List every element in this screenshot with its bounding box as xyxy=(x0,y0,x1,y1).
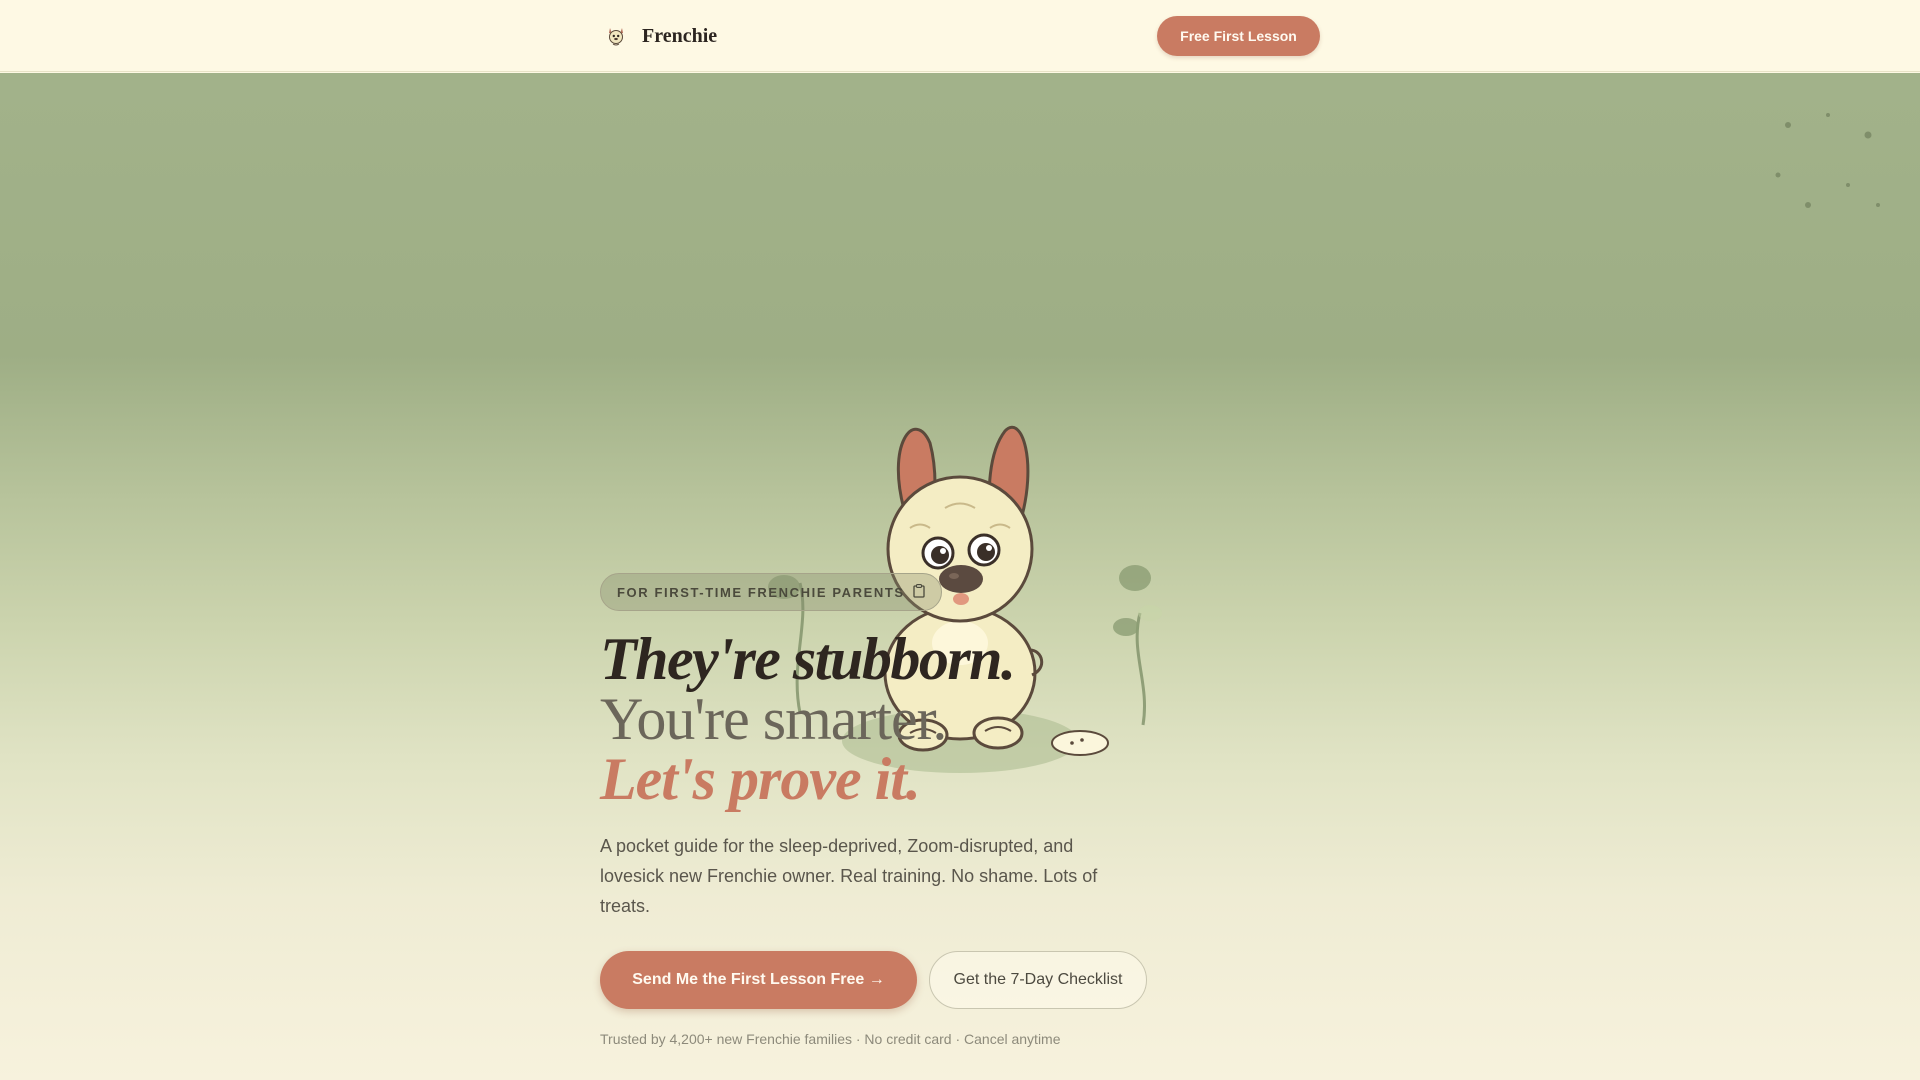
trust-line: Trusted by 4,200+ new Frenchie families … xyxy=(600,1031,1061,1047)
site-header: Frenchie Free First Lesson xyxy=(0,0,1920,72)
seven-day-checklist-button[interactable]: Get the 7-Day Checklist xyxy=(929,951,1147,1009)
headline-line-3: Let's prove it. xyxy=(600,746,921,812)
hero-description: A pocket guide for the sleep-deprived, Z… xyxy=(600,836,1098,916)
send-first-lesson-button[interactable]: Send Me the First Lesson Free → xyxy=(600,951,917,1009)
headline-line-2: You're smarter. xyxy=(600,686,947,752)
dog-face-icon xyxy=(600,20,632,52)
hero-headline: They're stubborn. You're smarter. Let's … xyxy=(600,626,1016,812)
clipboard-icon xyxy=(913,583,925,601)
audience-badge: FOR FIRST-TIME FRENCHIE PARENTS xyxy=(600,573,942,611)
brand-logo[interactable]: Frenchie xyxy=(600,20,717,52)
headline-line-1: They're stubborn. xyxy=(600,626,1016,692)
brand-name: Frenchie xyxy=(642,24,718,47)
free-first-lesson-button[interactable]: Free First Lesson xyxy=(1157,16,1320,56)
badge-label: FOR FIRST-TIME FRENCHIE PARENTS xyxy=(617,584,905,600)
hero-section: FOR FIRST-TIME FRENCHIE PARENTS They're … xyxy=(0,73,1920,1080)
decorative-dots xyxy=(1775,113,1880,208)
